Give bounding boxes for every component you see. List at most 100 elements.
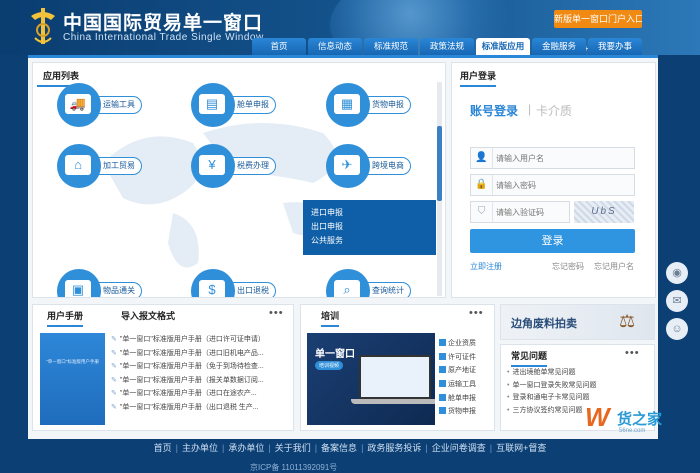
- ecommerce-submenu: 进口申报 出口申报 公共服务: [303, 200, 436, 255]
- submenu-item[interactable]: 出口申报: [311, 220, 428, 234]
- app-circle: ¥: [191, 144, 235, 188]
- app-item[interactable]: 物品通关 ▣: [57, 269, 147, 297]
- app-list-panel: 应用列表 运输工具 🚚 舱单申报 ▤ 货物申报 ▦ 加工贸易 ⌂ 税费办理 ¥ 跨境电商 ✈ 物品通关 ▣…: [32, 62, 446, 298]
- footer-link[interactable]: 主办单位: [182, 443, 218, 453]
- main-nav: 首页 信息动态 标准规范 政策法规 标准版应用 金融服务 我要办事: [252, 38, 644, 55]
- manual-cover-caption: "单一窗口"标准版用户手册: [46, 359, 99, 364]
- training-list-item[interactable]: 原产地证: [439, 364, 493, 378]
- training-more-button[interactable]: •••: [469, 307, 484, 319]
- training-list-item[interactable]: 货物申报: [439, 405, 493, 419]
- login-button[interactable]: 登录: [470, 229, 635, 253]
- ecommerce-icon: ✈: [334, 155, 360, 175]
- manual-list-item[interactable]: ✎ "单一窗口"标准版用户手册（报关单数据订阅...: [111, 374, 291, 388]
- captcha-input[interactable]: [496, 203, 568, 221]
- forgot-password-link[interactable]: 忘记密码: [552, 261, 584, 272]
- training-list-item[interactable]: 企业资质: [439, 337, 493, 351]
- training-badge: 培训视频: [315, 361, 344, 370]
- training-bullet-icon: [439, 366, 446, 374]
- app-circle: $: [191, 269, 235, 297]
- user-icon: 👤: [471, 148, 493, 168]
- app-item[interactable]: 加工贸易 ⌂: [57, 144, 147, 188]
- manifest-icon: ▤: [199, 94, 225, 114]
- package-icon: ▣: [65, 280, 91, 297]
- attachment-icon: ✎: [111, 363, 117, 370]
- manual-cover-image[interactable]: "单一窗口"标准版用户手册: [40, 333, 105, 425]
- app-circle: 🚚: [57, 83, 101, 127]
- tab-account-login[interactable]: 账号登录: [470, 102, 518, 119]
- manual-list: ✎ "单一窗口"标准版用户手册（进口许可证申请） ✎ "单一窗口"标准版用户手册（进口…: [111, 333, 291, 414]
- training-list-item[interactable]: 舱单申报: [439, 392, 493, 406]
- gavel-icon: ⚖: [619, 311, 636, 331]
- app-list-scroll-thumb[interactable]: [437, 126, 442, 201]
- nav-tab[interactable]: 政策法规: [420, 38, 474, 55]
- truck-icon: 🚚: [65, 94, 91, 114]
- forgot-username-link[interactable]: 忘记用户名: [594, 261, 634, 272]
- faq-more-button[interactable]: •••: [625, 347, 640, 359]
- nav-tab[interactable]: 信息动态: [308, 38, 362, 55]
- wechat-icon[interactable]: ✉: [666, 290, 688, 312]
- training-item-text: 舱单申报: [448, 394, 476, 402]
- footer-link[interactable]: 企业问卷调查: [432, 443, 486, 453]
- footer-link[interactable]: 首页: [154, 443, 172, 453]
- manual-list-item[interactable]: ✎ "单一窗口"标准版用户手册（进口旧机电产品...: [111, 347, 291, 361]
- feedback-icon[interactable]: ☺: [666, 318, 688, 340]
- nav-tab[interactable]: 我要办事: [588, 38, 642, 55]
- footer-link[interactable]: 承办单位: [228, 443, 264, 453]
- training-list-item[interactable]: 许可证件: [439, 351, 493, 365]
- captcha-image[interactable]: UbS: [574, 201, 634, 223]
- header: 中国国际贸易单一窗口 China International Trade Sin…: [0, 0, 700, 55]
- app-item[interactable]: 出口退税 $: [191, 269, 281, 297]
- manual-list-item[interactable]: ✎ "单一窗口"标准版用户手册（出口退税 生产...: [111, 401, 291, 415]
- footer-link[interactable]: 备案信息: [321, 443, 357, 453]
- submenu-item[interactable]: 进口申报: [311, 206, 428, 220]
- weibo-icon[interactable]: ◉: [666, 262, 688, 284]
- tab-user-manual[interactable]: 用户手册: [47, 309, 84, 327]
- tab-card-login[interactable]: 卡介质: [536, 102, 572, 119]
- app-item[interactable]: 税费办理 ¥: [191, 144, 281, 188]
- footer-separator: |: [268, 443, 271, 453]
- training-video-image[interactable]: 单一窗口 培训视频: [307, 333, 435, 425]
- manual-more-button[interactable]: •••: [269, 307, 284, 319]
- faq-list-item[interactable]: 单一窗口登录失败常见问题: [507, 380, 647, 393]
- training-bullet-icon: [439, 393, 446, 401]
- world-map-graphic: [103, 123, 343, 268]
- footer-separator: |: [425, 443, 428, 453]
- site-title[interactable]: 中国国际贸易单一窗口: [63, 8, 263, 35]
- tab-import-format[interactable]: 导入报文格式: [121, 309, 175, 325]
- attachment-icon: ✎: [111, 376, 117, 384]
- manual-list-item[interactable]: ✎ "单一窗口"标准版用户手册（免于到场待检查...: [111, 360, 291, 374]
- new-portal-entry-button[interactable]: 新版单一窗口门户入口: [554, 10, 642, 28]
- training-panel: 培训 ••• 单一窗口 培训视频 企业资质许可证件 原产地证 运输工具舱单申报货物申…: [300, 304, 495, 431]
- username-input[interactable]: [496, 149, 626, 167]
- nav-tab[interactable]: 金融服务: [532, 38, 586, 55]
- app-item[interactable]: 舱单申报 ▤: [191, 83, 281, 127]
- manual-list-item[interactable]: ✎ "单一窗口"标准版用户手册（进口许可证申请）: [111, 333, 291, 347]
- submenu-item[interactable]: 公共服务: [311, 234, 428, 248]
- app-item[interactable]: 货物申报 ▦: [326, 83, 416, 127]
- footer-separator: |: [361, 443, 364, 453]
- app-item[interactable]: 运输工具 🚚: [57, 83, 147, 127]
- footer-link[interactable]: 互联网+督查: [496, 443, 546, 453]
- register-link[interactable]: 立即注册: [470, 261, 502, 272]
- nav-tab[interactable]: 首页: [252, 38, 306, 55]
- footer-link[interactable]: 政务服务投诉: [367, 443, 421, 453]
- lock-icon: 🔒: [471, 175, 493, 195]
- nav-tab[interactable]: 标准版应用: [476, 38, 530, 55]
- password-input[interactable]: [496, 176, 626, 194]
- watermark-mark: W: [585, 402, 610, 432]
- training-title: 培训: [321, 309, 340, 327]
- app-item[interactable]: 跨境电商 ✈: [326, 144, 416, 188]
- training-list-item[interactable]: 运输工具: [439, 378, 493, 392]
- customs-emblem-icon[interactable]: [29, 6, 57, 46]
- promo-banner[interactable]: 边角废料拍卖 ⚖: [500, 304, 655, 340]
- user-manual-panel: 用户手册 导入报文格式 ••• "单一窗口"标准版用户手册 ✎ "单一窗口"标准版…: [32, 304, 294, 431]
- main-divider: [28, 55, 658, 58]
- footer-link[interactable]: 关于我们: [275, 443, 311, 453]
- footer-icp: 京ICP备 11011392091号: [250, 463, 338, 472]
- manual-list-item[interactable]: ✎ "单一窗口"标准版用户手册（进口在途农产...: [111, 387, 291, 401]
- training-item-text: 企业资质: [448, 340, 476, 347]
- training-bullet-icon: [439, 380, 446, 388]
- nav-tab[interactable]: 标准规范: [364, 38, 418, 55]
- faq-list-item[interactable]: 进出境舱单常见问题: [507, 367, 647, 380]
- app-item[interactable]: 查询统计 ⌕: [326, 269, 416, 297]
